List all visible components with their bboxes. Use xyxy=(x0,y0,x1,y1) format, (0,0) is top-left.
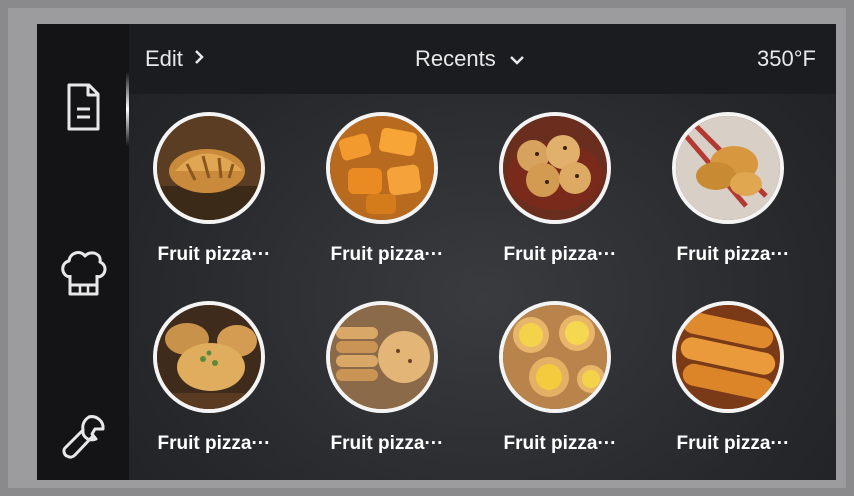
sidebar-item-recipes[interactable] xyxy=(37,64,129,154)
recipe-label: Fruit pizza··· xyxy=(330,244,444,265)
recipe-card[interactable]: Fruit pizza··· xyxy=(302,94,472,265)
chevron-down-icon xyxy=(508,46,526,72)
recipe-label: Fruit pizza··· xyxy=(330,433,444,454)
recipe-label: Fruit pizza··· xyxy=(676,244,790,265)
recipe-card[interactable]: Fruit pizza··· xyxy=(129,94,299,265)
wrench-icon xyxy=(58,412,108,467)
recents-label: Recents xyxy=(415,46,496,71)
recipe-card[interactable]: Fruit pizza··· xyxy=(475,283,645,454)
recipe-grid: Fruit pizza··· Fruit pizza··· Fruit pizz… xyxy=(129,94,836,480)
sidebar-item-cooking[interactable] xyxy=(37,230,129,320)
recipe-label: Fruit pizza··· xyxy=(503,244,617,265)
recents-dropdown[interactable]: Recents xyxy=(415,46,526,72)
edit-label: Edit xyxy=(145,46,183,71)
recipe-label: Fruit pizza··· xyxy=(157,433,271,454)
croissant-thumbnail xyxy=(153,112,265,224)
chef-hat-icon xyxy=(57,247,109,304)
egg-tarts-thumbnail xyxy=(499,301,611,413)
recipe-label: Fruit pizza··· xyxy=(676,433,790,454)
cookies-thumbnail xyxy=(499,112,611,224)
edit-button[interactable]: Edit xyxy=(145,46,205,72)
stacked-cookies-thumbnail xyxy=(326,301,438,413)
oven-screen: Edit Recents 350°F Fruit pizza··· Fruit … xyxy=(37,24,836,480)
top-bar: Edit Recents 350°F xyxy=(129,24,836,94)
recipe-card[interactable]: Fruit pizza··· xyxy=(648,283,818,454)
hot-dog-buns-thumbnail xyxy=(672,301,784,413)
sidebar xyxy=(37,24,129,480)
recipe-label: Fruit pizza··· xyxy=(503,433,617,454)
sidebar-item-settings[interactable] xyxy=(37,394,129,480)
recipe-label: Fruit pizza··· xyxy=(157,244,271,265)
main-panel: Edit Recents 350°F Fruit pizza··· Fruit … xyxy=(129,24,836,480)
bread-basket-thumbnail xyxy=(672,112,784,224)
chevron-right-icon xyxy=(193,46,205,72)
recipe-card[interactable]: Fruit pizza··· xyxy=(475,94,645,265)
buns-thumbnail xyxy=(153,301,265,413)
temperature-readout: 350°F xyxy=(757,46,816,71)
recipe-card[interactable]: Fruit pizza··· xyxy=(129,283,299,454)
sweet-potato-thumbnail xyxy=(326,112,438,224)
recipe-card[interactable]: Fruit pizza··· xyxy=(648,94,818,265)
document-icon xyxy=(65,82,101,137)
recipe-card[interactable]: Fruit pizza··· xyxy=(302,283,472,454)
